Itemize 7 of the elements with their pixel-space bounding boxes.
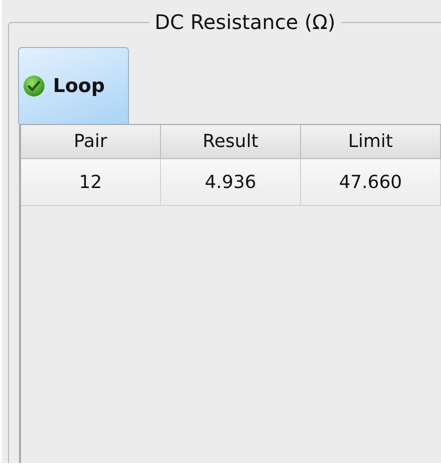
table-cell: 12: [21, 158, 160, 206]
table-cell: 4.936: [160, 158, 300, 206]
column-header[interactable]: Pair: [21, 125, 160, 158]
column-header[interactable]: Result: [160, 125, 300, 158]
tab[interactable]: Loop: [18, 47, 129, 124]
column-header[interactable]: Limit: [300, 125, 440, 158]
table-cell: 47.660: [300, 158, 440, 206]
